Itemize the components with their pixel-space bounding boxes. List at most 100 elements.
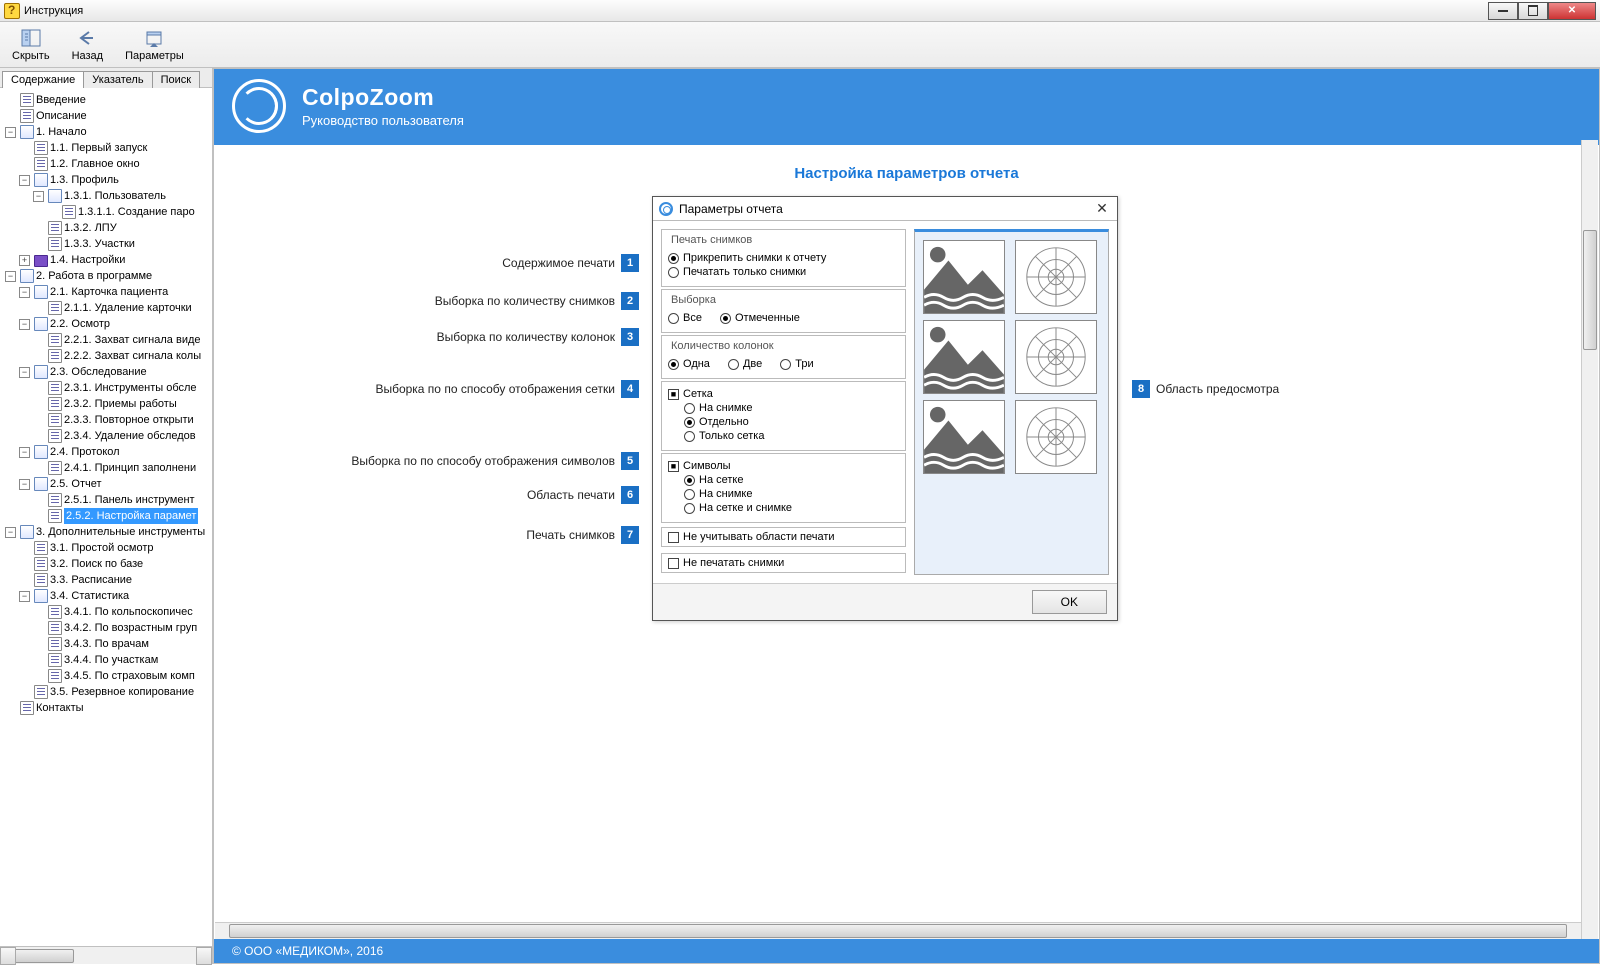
tree-item[interactable]: 2.3. Обследование (50, 364, 147, 380)
tree-item[interactable]: 2.1. Карточка пациента (50, 284, 168, 300)
tree-item[interactable]: 2.3.4. Удаление обследов (64, 428, 196, 444)
tree-item[interactable]: 3.4. Статистика (50, 588, 129, 604)
expand-icon[interactable]: − (19, 319, 30, 330)
expand-icon[interactable]: − (5, 127, 16, 138)
tree-item[interactable]: 2.2.2. Захват сигнала колы (64, 348, 201, 364)
radio-on-snapshot[interactable]: На снимке (684, 402, 899, 414)
checkbox-icon (668, 558, 679, 569)
tree-item[interactable]: 1.3. Профиль (50, 172, 119, 188)
tab-contents[interactable]: Содержание (2, 71, 84, 88)
callout-label: Выборка по количеству снимков (435, 294, 615, 308)
tree-item[interactable]: 2.2.1. Захват сигнала виде (64, 332, 201, 348)
tree-item[interactable]: 2. Работа в программе (36, 268, 152, 284)
tree-item[interactable]: 2.2. Осмотр (50, 316, 110, 332)
checkbox-ignore-areas[interactable]: Не учитывать области печати (661, 527, 906, 547)
tree-item[interactable]: Описание (36, 108, 87, 124)
tab-index[interactable]: Указатель (83, 71, 152, 88)
tree-item[interactable]: 2.3.1. Инструменты обсле (64, 380, 197, 396)
tree-item[interactable]: 1.3.1.1. Создание паро (78, 204, 195, 220)
radio-on-snapshot2[interactable]: На снимке (684, 488, 899, 500)
tab-search[interactable]: Поиск (152, 71, 200, 88)
navigation-pane: Содержание Указатель Поиск Введение Опис… (0, 68, 213, 964)
tree-item[interactable]: 2.1.1. Удаление карточки (64, 300, 192, 316)
book-icon (20, 125, 34, 139)
tree-item[interactable]: 3.3. Расписание (50, 572, 132, 588)
expand-icon[interactable]: − (19, 287, 30, 298)
radio-on-both[interactable]: На сетке и снимке (684, 502, 899, 514)
tree-item[interactable]: 2.5.1. Панель инструмент (64, 492, 195, 508)
tree-item[interactable]: 1.3.2. ЛПУ (64, 220, 117, 236)
expand-icon[interactable]: − (19, 591, 30, 602)
radio-all[interactable]: Все (668, 312, 702, 324)
content-vscrollbar[interactable] (1581, 140, 1598, 939)
checkbox-icon (668, 532, 679, 543)
expand-icon[interactable]: − (19, 175, 30, 186)
callout-badge: 8 (1132, 380, 1150, 398)
tree-item[interactable]: 3.4.4. По участкам (64, 652, 158, 668)
tree-item[interactable]: 3.4.1. По кольпоскопичес (64, 604, 193, 620)
page-icon (48, 509, 62, 523)
tree-item[interactable]: 2.3.2. Приемы работы (64, 396, 177, 412)
radio-three[interactable]: Три (780, 358, 813, 370)
tree-item[interactable]: 1.3.1. Пользователь (64, 188, 166, 204)
tree-item[interactable]: 1.3.3. Участки (64, 236, 135, 252)
tree-item[interactable]: 3.5. Резервное копирование (50, 684, 194, 700)
page-icon (34, 157, 48, 171)
radio-icon (684, 403, 695, 414)
tree-item[interactable]: Контакты (36, 700, 84, 716)
radio-marked[interactable]: Отмеченные (720, 312, 800, 324)
callout-label: Выборка по количеству колонок (437, 330, 615, 344)
tree-item[interactable]: 3.1. Простой осмотр (50, 540, 154, 556)
callout-label: Область предосмотра (1156, 382, 1279, 396)
book-icon (34, 173, 48, 187)
radio-on-grid[interactable]: На сетке (684, 474, 899, 486)
radio-separately[interactable]: Отдельно (684, 416, 899, 428)
checkbox-symbols[interactable]: Символы (668, 460, 899, 472)
hide-button[interactable]: Скрыть (8, 25, 54, 64)
minimize-button[interactable] (1488, 2, 1518, 20)
dialog-close-button[interactable]: ✕ (1093, 200, 1111, 217)
back-button[interactable]: Назад (68, 25, 108, 64)
tree-item-selected[interactable]: 2.5.2. Настройка парамет (64, 508, 198, 524)
tree-item[interactable]: 1.2. Главное окно (50, 156, 140, 172)
tree-item[interactable]: 2.5. Отчет (50, 476, 102, 492)
tree-item[interactable]: 2.3.3. Повторное открыти (64, 412, 194, 428)
expand-icon[interactable]: − (19, 367, 30, 378)
tree-item[interactable]: 3. Дополнительные инструменты (36, 524, 205, 540)
radio-one[interactable]: Одна (668, 358, 710, 370)
options-button[interactable]: Параметры (121, 25, 188, 64)
tree-item[interactable]: 1.4. Настройки (50, 252, 125, 268)
page-icon (48, 669, 62, 683)
checkbox-grid[interactable]: Сетка (668, 388, 899, 400)
tree-hscrollbar[interactable] (0, 946, 212, 964)
callout-badge: 5 (621, 452, 639, 470)
tree-item[interactable]: 2.4.1. Принцип заполнени (64, 460, 196, 476)
tree-item[interactable]: 3.2. Поиск по базе (50, 556, 143, 572)
book-icon (34, 365, 48, 379)
tree-item[interactable]: Введение (36, 92, 86, 108)
radio-icon (684, 489, 695, 500)
maximize-button[interactable] (1518, 2, 1548, 20)
tree-item[interactable]: 3.4.5. По страховым комп (64, 668, 195, 684)
expand-icon[interactable]: − (19, 479, 30, 490)
content-hscrollbar[interactable] (215, 922, 1581, 939)
radio-print-only[interactable]: Печатать только снимки (668, 266, 899, 278)
expand-icon[interactable]: + (19, 255, 30, 266)
tree-item[interactable]: 3.4.3. По врачам (64, 636, 149, 652)
radio-attach[interactable]: Прикрепить снимки к отчету (668, 252, 899, 264)
ok-button[interactable]: OK (1032, 590, 1107, 614)
expand-icon[interactable]: − (5, 271, 16, 282)
tree-item[interactable]: 1. Начало (36, 124, 87, 140)
window-title: Инструкция (24, 5, 1488, 17)
tree-item[interactable]: 3.4.2. По возрастным груп (64, 620, 197, 636)
radio-two[interactable]: Две (728, 358, 762, 370)
checkbox-no-print[interactable]: Не печатать снимки (661, 553, 906, 573)
contents-tree[interactable]: Введение Описание − 1. Начало 1.1. Первый… (0, 88, 212, 946)
radio-grid-only[interactable]: Только сетка (684, 430, 899, 442)
close-button[interactable] (1548, 2, 1596, 20)
expand-icon[interactable]: − (5, 527, 16, 538)
expand-icon[interactable]: − (33, 191, 44, 202)
tree-item[interactable]: 1.1. Первый запуск (50, 140, 147, 156)
tree-item[interactable]: 2.4. Протокол (50, 444, 120, 460)
expand-icon[interactable]: − (19, 447, 30, 458)
